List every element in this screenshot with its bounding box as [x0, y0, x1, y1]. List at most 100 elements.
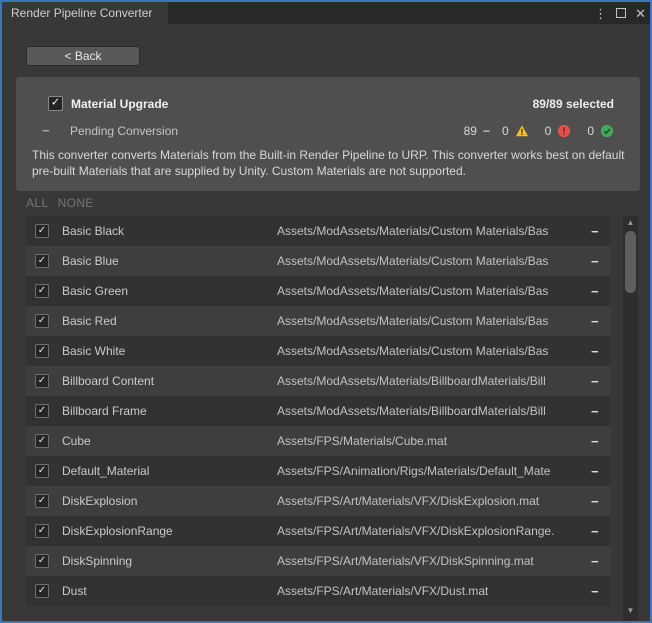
- converter-description: This converter converts Materials from t…: [32, 147, 630, 179]
- item-path: Assets/FPS/Materials/Cube.mat: [277, 434, 577, 448]
- item-path: Assets/FPS/Art/Materials/VFX/DiskSpinnin…: [277, 554, 577, 568]
- item-path: Assets/FPS/Art/Materials/VFX/DiskExplosi…: [277, 494, 577, 508]
- select-none-button[interactable]: NONE: [58, 196, 94, 210]
- item-status-dash-icon: −: [591, 494, 599, 509]
- item-name: Basic Red: [62, 314, 277, 328]
- item-path: Assets/ModAssets/Materials/Custom Materi…: [277, 254, 577, 268]
- item-path: Assets/ModAssets/Materials/Custom Materi…: [277, 224, 577, 238]
- success-icon: [600, 124, 614, 138]
- check-icon: ✓: [38, 496, 46, 506]
- scrollbar-thumb[interactable]: [625, 231, 636, 293]
- item-checkbox[interactable]: ✓: [35, 494, 49, 508]
- maximize-icon[interactable]: [616, 8, 626, 18]
- list-item[interactable]: ✓ Basic Black Assets/ModAssets/Materials…: [26, 216, 610, 246]
- pending-count-dash-icon: −: [483, 124, 490, 138]
- item-checkbox[interactable]: ✓: [35, 374, 49, 388]
- item-name: Basic Green: [62, 284, 277, 298]
- item-checkbox[interactable]: ✓: [35, 314, 49, 328]
- list-item[interactable]: ✓ Basic Blue Assets/ModAssets/Materials/…: [26, 246, 610, 276]
- item-status-dash-icon: −: [591, 584, 599, 599]
- item-name: Basic Black: [62, 224, 277, 238]
- pending-count: 89: [464, 124, 477, 138]
- error-icon: [557, 124, 571, 138]
- item-name: DiskExplosion: [62, 494, 277, 508]
- item-checkbox[interactable]: ✓: [35, 524, 49, 538]
- item-path: Assets/ModAssets/Materials/BillboardMate…: [277, 374, 577, 388]
- item-name: Default_Material: [62, 464, 277, 478]
- item-path: Assets/FPS/Animation/Rigs/Materials/Defa…: [277, 464, 577, 478]
- item-path: Assets/ModAssets/Materials/Custom Materi…: [277, 314, 577, 328]
- pending-dash-icon: −: [42, 123, 56, 138]
- item-name: Cube: [62, 434, 277, 448]
- list-item[interactable]: ✓ Billboard Frame Assets/ModAssets/Mater…: [26, 396, 610, 426]
- item-status-dash-icon: −: [591, 254, 599, 269]
- item-name: Basic Blue: [62, 254, 277, 268]
- check-icon: ✓: [38, 256, 46, 266]
- item-checkbox[interactable]: ✓: [35, 284, 49, 298]
- item-checkbox[interactable]: ✓: [35, 254, 49, 268]
- list-scrollbar[interactable]: ▲ ▼: [623, 216, 638, 621]
- item-checkbox[interactable]: ✓: [35, 224, 49, 238]
- window-tab[interactable]: Render Pipeline Converter: [2, 2, 168, 24]
- selected-summary: 89/89 selected: [533, 97, 614, 111]
- title-bar: Render Pipeline Converter ⋮ ✕: [2, 2, 650, 24]
- list-item[interactable]: ✓ Cube Assets/FPS/Materials/Cube.mat −: [26, 426, 610, 456]
- item-status-dash-icon: −: [591, 284, 599, 299]
- item-status-dash-icon: −: [591, 404, 599, 419]
- list-item[interactable]: ✓ Basic Red Assets/ModAssets/Materials/C…: [26, 306, 610, 336]
- menu-kebab-icon[interactable]: ⋮: [594, 7, 607, 20]
- check-icon: ✓: [38, 436, 46, 446]
- item-status-dash-icon: −: [591, 434, 599, 449]
- render-pipeline-converter-window: Render Pipeline Converter ⋮ ✕ < Back ✓ M…: [0, 0, 652, 623]
- list-item[interactable]: ✓ Dust Assets/FPS/Art/Materials/VFX/Dust…: [26, 576, 610, 606]
- item-path: Assets/FPS/Art/Materials/VFX/DiskExplosi…: [277, 524, 577, 538]
- item-checkbox[interactable]: ✓: [35, 404, 49, 418]
- item-status-dash-icon: −: [591, 374, 599, 389]
- list-item[interactable]: ✓ DiskSpinning Assets/FPS/Art/Materials/…: [26, 546, 610, 576]
- item-name: Billboard Frame: [62, 404, 277, 418]
- warning-icon: [515, 124, 529, 138]
- window-title: Render Pipeline Converter: [11, 6, 152, 20]
- list-item[interactable]: ✓ DiskExplosionRange Assets/FPS/Art/Mate…: [26, 516, 610, 546]
- item-checkbox[interactable]: ✓: [35, 554, 49, 568]
- status-counters: 89 − 0 0 0: [464, 124, 614, 138]
- check-icon: ✓: [38, 316, 46, 326]
- check-icon: ✓: [38, 556, 46, 566]
- back-button[interactable]: < Back: [26, 46, 140, 66]
- item-status-dash-icon: −: [591, 464, 599, 479]
- list-item[interactable]: ✓ Basic Green Assets/ModAssets/Materials…: [26, 276, 610, 306]
- check-icon: ✓: [38, 586, 46, 596]
- item-path: Assets/ModAssets/Materials/Custom Materi…: [277, 284, 577, 298]
- check-icon: ✓: [51, 98, 60, 109]
- converter-checkbox[interactable]: ✓: [48, 96, 63, 111]
- list-item[interactable]: ✓ Basic White Assets/ModAssets/Materials…: [26, 336, 610, 366]
- item-status-dash-icon: −: [591, 554, 599, 569]
- item-name: Dust: [62, 584, 277, 598]
- item-name: DiskExplosionRange: [62, 524, 277, 538]
- check-icon: ✓: [38, 376, 46, 386]
- item-checkbox[interactable]: ✓: [35, 584, 49, 598]
- item-checkbox[interactable]: ✓: [35, 464, 49, 478]
- scroll-down-icon[interactable]: ▼: [623, 604, 638, 618]
- check-icon: ✓: [38, 526, 46, 536]
- item-checkbox[interactable]: ✓: [35, 434, 49, 448]
- list-item[interactable]: ✓ DiskExplosion Assets/FPS/Art/Materials…: [26, 486, 610, 516]
- item-status-dash-icon: −: [591, 524, 599, 539]
- item-checkbox[interactable]: ✓: [35, 344, 49, 358]
- check-icon: ✓: [38, 346, 46, 356]
- close-icon[interactable]: ✕: [635, 7, 646, 20]
- pending-label: Pending Conversion: [70, 124, 178, 138]
- item-status-dash-icon: −: [591, 344, 599, 359]
- check-icon: ✓: [38, 226, 46, 236]
- converter-title: Material Upgrade: [71, 97, 168, 111]
- list-item[interactable]: ✓ Default_Material Assets/FPS/Animation/…: [26, 456, 610, 486]
- item-name: DiskSpinning: [62, 554, 277, 568]
- item-path: Assets/FPS/Art/Materials/VFX/Dust.mat: [277, 584, 577, 598]
- success-count: 0: [587, 124, 594, 138]
- scroll-up-icon[interactable]: ▲: [623, 216, 638, 230]
- check-icon: ✓: [38, 406, 46, 416]
- warning-count: 0: [502, 124, 509, 138]
- material-list: ✓ Basic Black Assets/ModAssets/Materials…: [26, 216, 610, 606]
- list-item[interactable]: ✓ Billboard Content Assets/ModAssets/Mat…: [26, 366, 610, 396]
- select-all-button[interactable]: ALL: [26, 196, 49, 210]
